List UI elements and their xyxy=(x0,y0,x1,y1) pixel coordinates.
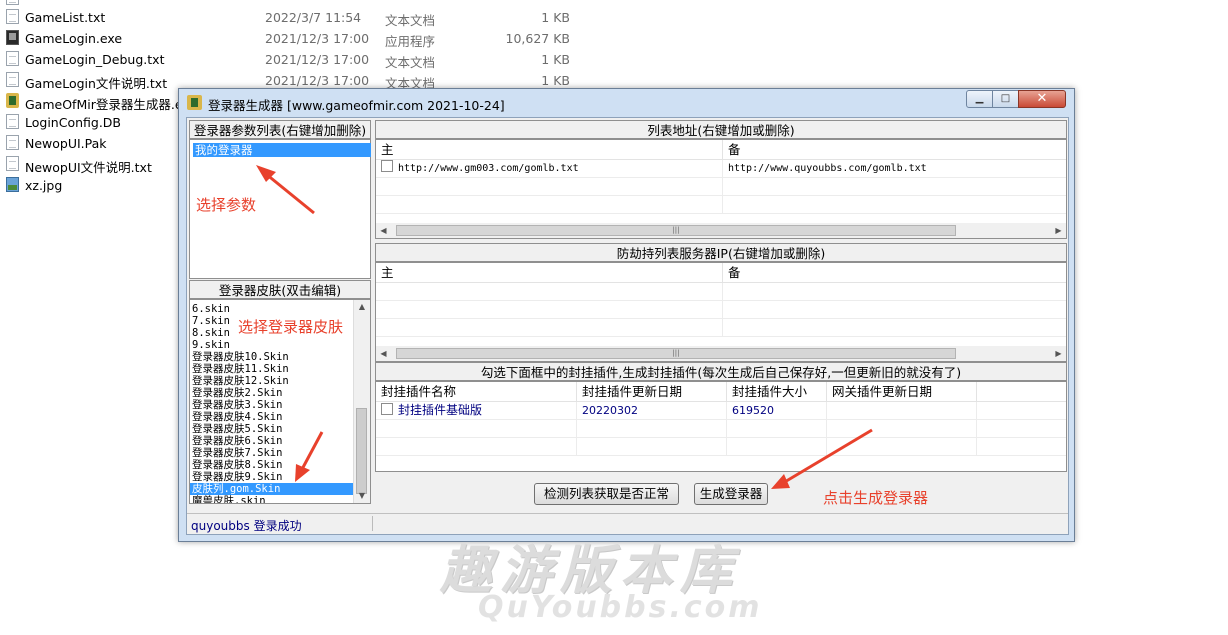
arrowhead-generate xyxy=(771,474,790,489)
arrow-to-skin-icon xyxy=(298,431,324,474)
watermark-logo-en: QuYoubbs.com xyxy=(478,590,763,625)
arrow-to-params-icon xyxy=(265,172,315,215)
arrow-to-generate-icon xyxy=(782,428,873,485)
